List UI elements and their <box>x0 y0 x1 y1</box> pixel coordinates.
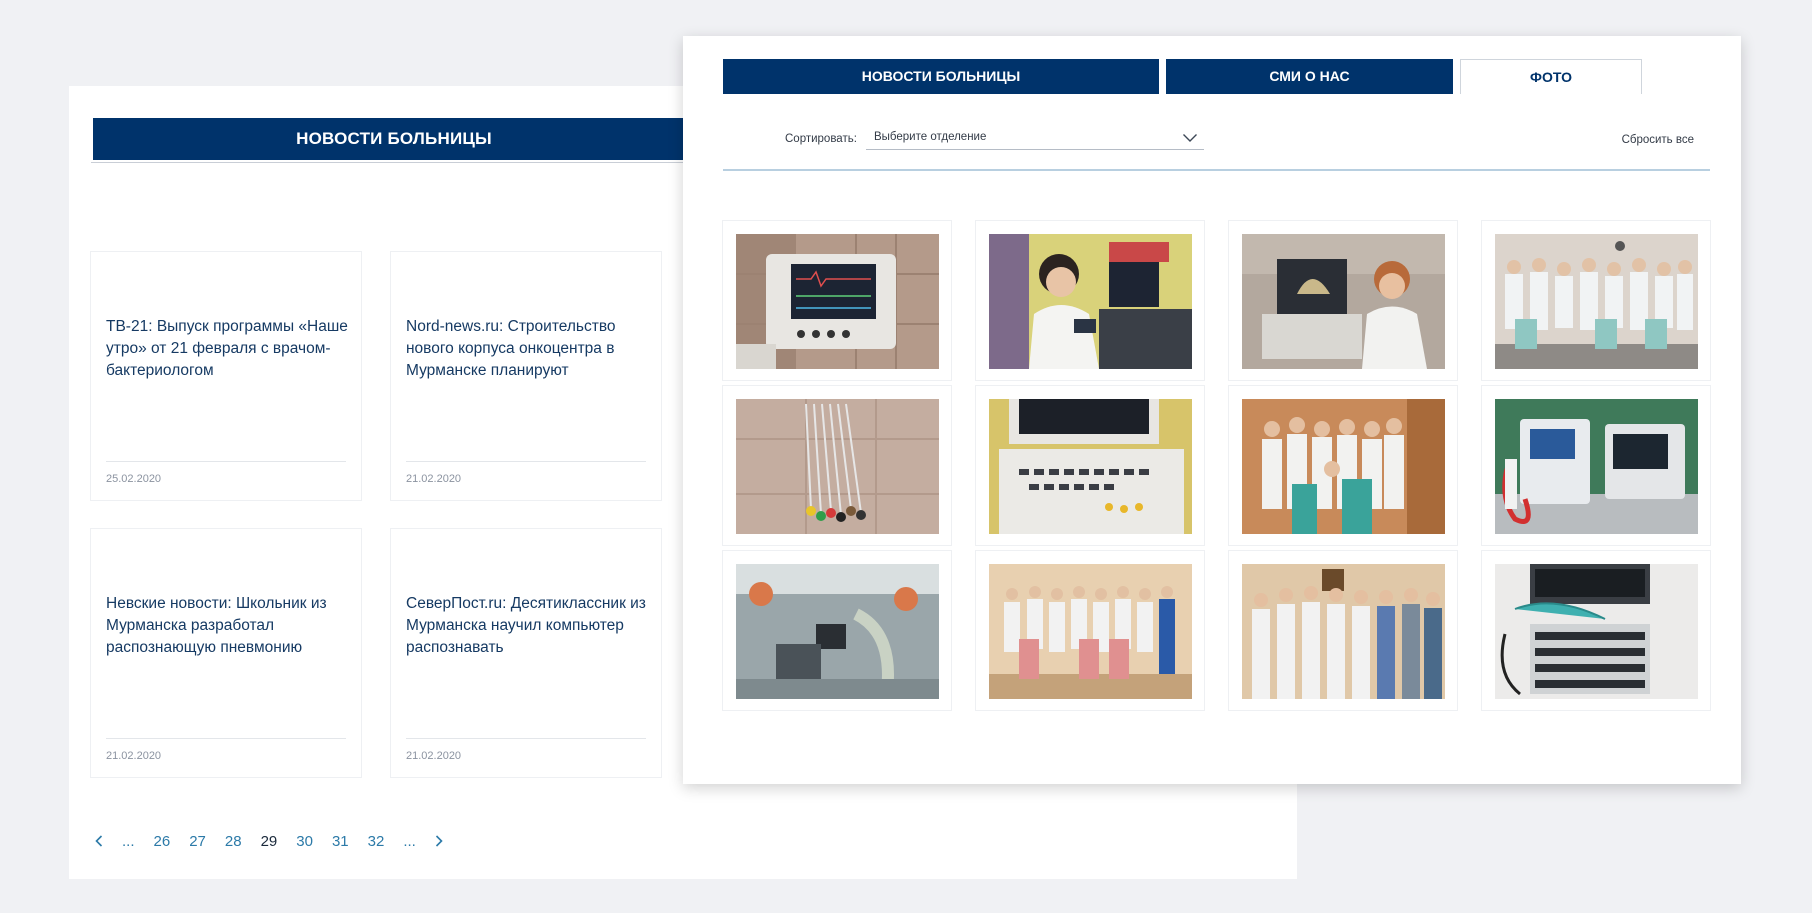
photo-thumbnail[interactable] <box>975 550 1205 711</box>
pagination-page-current[interactable]: 29 <box>261 833 278 850</box>
photo-ultrasound-keyboard <box>989 399 1192 534</box>
photo-thumbnail[interactable] <box>722 385 952 546</box>
photo-thumbnail[interactable] <box>1228 550 1458 711</box>
photo-staff-group <box>1242 399 1445 534</box>
photo-staff-group <box>1242 564 1445 699</box>
news-card-divider <box>406 461 646 462</box>
sort-divider <box>723 169 1710 171</box>
news-card[interactable]: Невские новости: Школьник из Мурманска р… <box>90 528 362 778</box>
tab-hospital-news[interactable]: НОВОСТИ БОЛЬНИЦЫ <box>723 59 1159 94</box>
photo-thumbnail[interactable] <box>1481 220 1711 381</box>
news-card-date: 21.02.2020 <box>406 750 462 762</box>
news-card-title[interactable]: СеверПост.ru: Десятиклассник из Мурманск… <box>406 593 651 659</box>
news-card-date: 25.02.2020 <box>106 473 162 485</box>
pagination-ellipsis[interactable]: ... <box>403 833 416 850</box>
pagination-ellipsis[interactable]: ... <box>122 833 135 850</box>
tab-media-about-us[interactable]: СМИ О НАС <box>1166 59 1453 94</box>
chevron-down-icon <box>1182 130 1198 148</box>
news-card[interactable]: ТВ-21: Выпуск программы «Наше утро» от 2… <box>90 251 362 501</box>
photo-thumbnail[interactable] <box>722 220 952 381</box>
photo-thumbnail[interactable] <box>1228 385 1458 546</box>
photo-ecg-cables <box>736 399 939 534</box>
pagination-page[interactable]: 32 <box>368 833 385 850</box>
photo-doctor-at-monitor <box>989 234 1192 369</box>
photo-patient-monitor <box>736 234 939 369</box>
department-select-value: Выберите отделение <box>874 131 987 143</box>
pagination-prev-arrow-icon[interactable] <box>95 835 103 847</box>
sort-label: Сортировать: <box>785 133 857 145</box>
news-card-divider <box>106 461 346 462</box>
photo-thumbnail[interactable] <box>1481 550 1711 711</box>
photo-staff-group <box>1495 234 1698 369</box>
pagination-page[interactable]: 27 <box>189 833 206 850</box>
pagination-page[interactable]: 26 <box>154 833 171 850</box>
pagination-page[interactable]: 28 <box>225 833 242 850</box>
photo-gallery-panel: НОВОСТИ БОЛЬНИЦЫ СМИ О НАС ФОТО Сортиров… <box>683 36 1741 784</box>
news-card-date: 21.02.2020 <box>406 473 462 485</box>
department-select[interactable]: Выберите отделение <box>866 126 1204 150</box>
sort-bar: Сортировать: Выберите отделение Сбросить… <box>723 126 1710 156</box>
pagination-page[interactable]: 31 <box>332 833 349 850</box>
news-card-title[interactable]: Невские новости: Школьник из Мурманска р… <box>106 593 351 659</box>
news-card-title[interactable]: ТВ-21: Выпуск программы «Наше утро» от 2… <box>106 316 351 382</box>
pagination-page[interactable]: 30 <box>296 833 313 850</box>
photo-thumbnail[interactable] <box>975 385 1205 546</box>
news-section-title: НОВОСТИ БОЛЬНИЦЫ <box>296 129 492 148</box>
photo-endoscopy-rack <box>1495 564 1698 699</box>
tab-photo[interactable]: ФОТО <box>1460 59 1642 94</box>
pagination-next-arrow-icon[interactable] <box>435 835 443 847</box>
news-card[interactable]: Nord-news.ru: Строительство нового корпу… <box>390 251 662 501</box>
photo-doctor-ultrasound <box>1242 234 1445 369</box>
photo-thumbnail[interactable] <box>975 220 1205 381</box>
news-card-divider <box>406 738 646 739</box>
news-card-divider <box>106 738 346 739</box>
news-card[interactable]: СеверПост.ru: Десятиклассник из Мурманск… <box>390 528 662 778</box>
photo-thumbnail[interactable] <box>722 550 952 711</box>
news-card-date: 21.02.2020 <box>106 750 162 762</box>
pagination: ... 26 27 28 29 30 31 32 ... <box>95 829 462 853</box>
photo-defibrillator <box>1495 399 1698 534</box>
photo-operating-room <box>736 564 939 699</box>
reset-filters-link[interactable]: Сбросить все <box>1622 134 1694 146</box>
news-card-title[interactable]: Nord-news.ru: Строительство нового корпу… <box>406 316 651 382</box>
photo-thumbnail[interactable] <box>1481 385 1711 546</box>
photo-staff-group <box>989 564 1192 699</box>
photo-thumbnail[interactable] <box>1228 220 1458 381</box>
